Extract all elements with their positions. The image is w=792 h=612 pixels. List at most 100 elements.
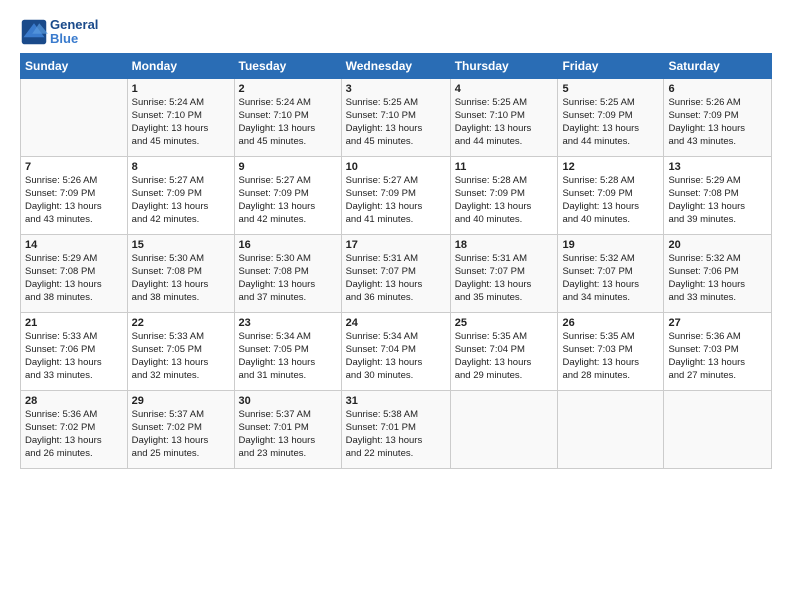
day-info: Sunrise: 5:38 AM Sunset: 7:01 PM Dayligh… (346, 408, 446, 461)
day-info: Sunrise: 5:26 AM Sunset: 7:09 PM Dayligh… (25, 174, 123, 227)
header-row: SundayMondayTuesdayWednesdayThursdayFrid… (21, 53, 772, 78)
day-header: Saturday (664, 53, 772, 78)
logo-text: General Blue (50, 18, 98, 47)
day-number: 11 (455, 161, 554, 173)
day-number: 24 (346, 317, 446, 329)
calendar-cell: 9Sunrise: 5:27 AM Sunset: 7:09 PM Daylig… (234, 156, 341, 234)
day-info: Sunrise: 5:33 AM Sunset: 7:06 PM Dayligh… (25, 330, 123, 383)
calendar-cell: 27Sunrise: 5:36 AM Sunset: 7:03 PM Dayli… (664, 312, 772, 390)
day-number: 29 (132, 395, 230, 407)
day-number: 3 (346, 83, 446, 95)
calendar-cell (450, 390, 558, 468)
day-number: 25 (455, 317, 554, 329)
table-row: 28Sunrise: 5:36 AM Sunset: 7:02 PM Dayli… (21, 390, 772, 468)
day-info: Sunrise: 5:28 AM Sunset: 7:09 PM Dayligh… (455, 174, 554, 227)
day-info: Sunrise: 5:37 AM Sunset: 7:01 PM Dayligh… (239, 408, 337, 461)
calendar-cell: 22Sunrise: 5:33 AM Sunset: 7:05 PM Dayli… (127, 312, 234, 390)
day-number: 30 (239, 395, 337, 407)
day-header: Tuesday (234, 53, 341, 78)
calendar-cell: 16Sunrise: 5:30 AM Sunset: 7:08 PM Dayli… (234, 234, 341, 312)
calendar-cell: 30Sunrise: 5:37 AM Sunset: 7:01 PM Dayli… (234, 390, 341, 468)
day-info: Sunrise: 5:26 AM Sunset: 7:09 PM Dayligh… (668, 96, 767, 149)
logo-icon (20, 18, 48, 46)
day-number: 2 (239, 83, 337, 95)
day-number: 1 (132, 83, 230, 95)
calendar-cell: 13Sunrise: 5:29 AM Sunset: 7:08 PM Dayli… (664, 156, 772, 234)
calendar-cell: 7Sunrise: 5:26 AM Sunset: 7:09 PM Daylig… (21, 156, 128, 234)
calendar-body: 1Sunrise: 5:24 AM Sunset: 7:10 PM Daylig… (21, 78, 772, 468)
day-info: Sunrise: 5:28 AM Sunset: 7:09 PM Dayligh… (562, 174, 659, 227)
calendar-cell (664, 390, 772, 468)
day-number: 17 (346, 239, 446, 251)
table-row: 1Sunrise: 5:24 AM Sunset: 7:10 PM Daylig… (21, 78, 772, 156)
day-info: Sunrise: 5:29 AM Sunset: 7:08 PM Dayligh… (668, 174, 767, 227)
day-number: 19 (562, 239, 659, 251)
day-number: 16 (239, 239, 337, 251)
day-info: Sunrise: 5:27 AM Sunset: 7:09 PM Dayligh… (132, 174, 230, 227)
table-row: 21Sunrise: 5:33 AM Sunset: 7:06 PM Dayli… (21, 312, 772, 390)
day-info: Sunrise: 5:35 AM Sunset: 7:03 PM Dayligh… (562, 330, 659, 383)
day-info: Sunrise: 5:30 AM Sunset: 7:08 PM Dayligh… (239, 252, 337, 305)
day-number: 8 (132, 161, 230, 173)
calendar-cell: 23Sunrise: 5:34 AM Sunset: 7:05 PM Dayli… (234, 312, 341, 390)
calendar-cell: 15Sunrise: 5:30 AM Sunset: 7:08 PM Dayli… (127, 234, 234, 312)
header: General Blue (20, 18, 772, 47)
page: General Blue SundayMondayTuesdayWednesda… (0, 0, 792, 479)
calendar-table: SundayMondayTuesdayWednesdayThursdayFrid… (20, 53, 772, 469)
calendar-cell: 11Sunrise: 5:28 AM Sunset: 7:09 PM Dayli… (450, 156, 558, 234)
day-number: 31 (346, 395, 446, 407)
calendar-cell: 12Sunrise: 5:28 AM Sunset: 7:09 PM Dayli… (558, 156, 664, 234)
day-number: 5 (562, 83, 659, 95)
day-number: 13 (668, 161, 767, 173)
calendar-cell: 14Sunrise: 5:29 AM Sunset: 7:08 PM Dayli… (21, 234, 128, 312)
calendar-cell: 25Sunrise: 5:35 AM Sunset: 7:04 PM Dayli… (450, 312, 558, 390)
day-info: Sunrise: 5:25 AM Sunset: 7:09 PM Dayligh… (562, 96, 659, 149)
calendar-cell (21, 78, 128, 156)
day-info: Sunrise: 5:25 AM Sunset: 7:10 PM Dayligh… (455, 96, 554, 149)
calendar-cell: 31Sunrise: 5:38 AM Sunset: 7:01 PM Dayli… (341, 390, 450, 468)
calendar-cell: 10Sunrise: 5:27 AM Sunset: 7:09 PM Dayli… (341, 156, 450, 234)
day-number: 9 (239, 161, 337, 173)
day-info: Sunrise: 5:27 AM Sunset: 7:09 PM Dayligh… (346, 174, 446, 227)
table-row: 7Sunrise: 5:26 AM Sunset: 7:09 PM Daylig… (21, 156, 772, 234)
day-number: 26 (562, 317, 659, 329)
calendar-cell: 8Sunrise: 5:27 AM Sunset: 7:09 PM Daylig… (127, 156, 234, 234)
day-number: 4 (455, 83, 554, 95)
day-info: Sunrise: 5:29 AM Sunset: 7:08 PM Dayligh… (25, 252, 123, 305)
calendar-cell: 19Sunrise: 5:32 AM Sunset: 7:07 PM Dayli… (558, 234, 664, 312)
day-number: 27 (668, 317, 767, 329)
calendar-cell: 17Sunrise: 5:31 AM Sunset: 7:07 PM Dayli… (341, 234, 450, 312)
day-number: 7 (25, 161, 123, 173)
calendar-cell: 28Sunrise: 5:36 AM Sunset: 7:02 PM Dayli… (21, 390, 128, 468)
day-header: Sunday (21, 53, 128, 78)
logo-line2: Blue (50, 32, 98, 46)
day-info: Sunrise: 5:24 AM Sunset: 7:10 PM Dayligh… (132, 96, 230, 149)
day-header: Thursday (450, 53, 558, 78)
table-row: 14Sunrise: 5:29 AM Sunset: 7:08 PM Dayli… (21, 234, 772, 312)
day-info: Sunrise: 5:30 AM Sunset: 7:08 PM Dayligh… (132, 252, 230, 305)
calendar-cell: 24Sunrise: 5:34 AM Sunset: 7:04 PM Dayli… (341, 312, 450, 390)
day-info: Sunrise: 5:33 AM Sunset: 7:05 PM Dayligh… (132, 330, 230, 383)
day-number: 23 (239, 317, 337, 329)
day-header: Friday (558, 53, 664, 78)
day-number: 21 (25, 317, 123, 329)
day-info: Sunrise: 5:31 AM Sunset: 7:07 PM Dayligh… (455, 252, 554, 305)
day-number: 20 (668, 239, 767, 251)
day-info: Sunrise: 5:31 AM Sunset: 7:07 PM Dayligh… (346, 252, 446, 305)
day-info: Sunrise: 5:24 AM Sunset: 7:10 PM Dayligh… (239, 96, 337, 149)
calendar-cell: 2Sunrise: 5:24 AM Sunset: 7:10 PM Daylig… (234, 78, 341, 156)
day-info: Sunrise: 5:37 AM Sunset: 7:02 PM Dayligh… (132, 408, 230, 461)
calendar-cell (558, 390, 664, 468)
day-number: 18 (455, 239, 554, 251)
calendar-cell: 6Sunrise: 5:26 AM Sunset: 7:09 PM Daylig… (664, 78, 772, 156)
day-number: 22 (132, 317, 230, 329)
day-info: Sunrise: 5:34 AM Sunset: 7:04 PM Dayligh… (346, 330, 446, 383)
logo-line1: General (50, 18, 98, 32)
calendar-cell: 3Sunrise: 5:25 AM Sunset: 7:10 PM Daylig… (341, 78, 450, 156)
day-number: 12 (562, 161, 659, 173)
calendar-cell: 18Sunrise: 5:31 AM Sunset: 7:07 PM Dayli… (450, 234, 558, 312)
day-info: Sunrise: 5:27 AM Sunset: 7:09 PM Dayligh… (239, 174, 337, 227)
calendar-cell: 21Sunrise: 5:33 AM Sunset: 7:06 PM Dayli… (21, 312, 128, 390)
logo: General Blue (20, 18, 98, 47)
calendar-cell: 5Sunrise: 5:25 AM Sunset: 7:09 PM Daylig… (558, 78, 664, 156)
